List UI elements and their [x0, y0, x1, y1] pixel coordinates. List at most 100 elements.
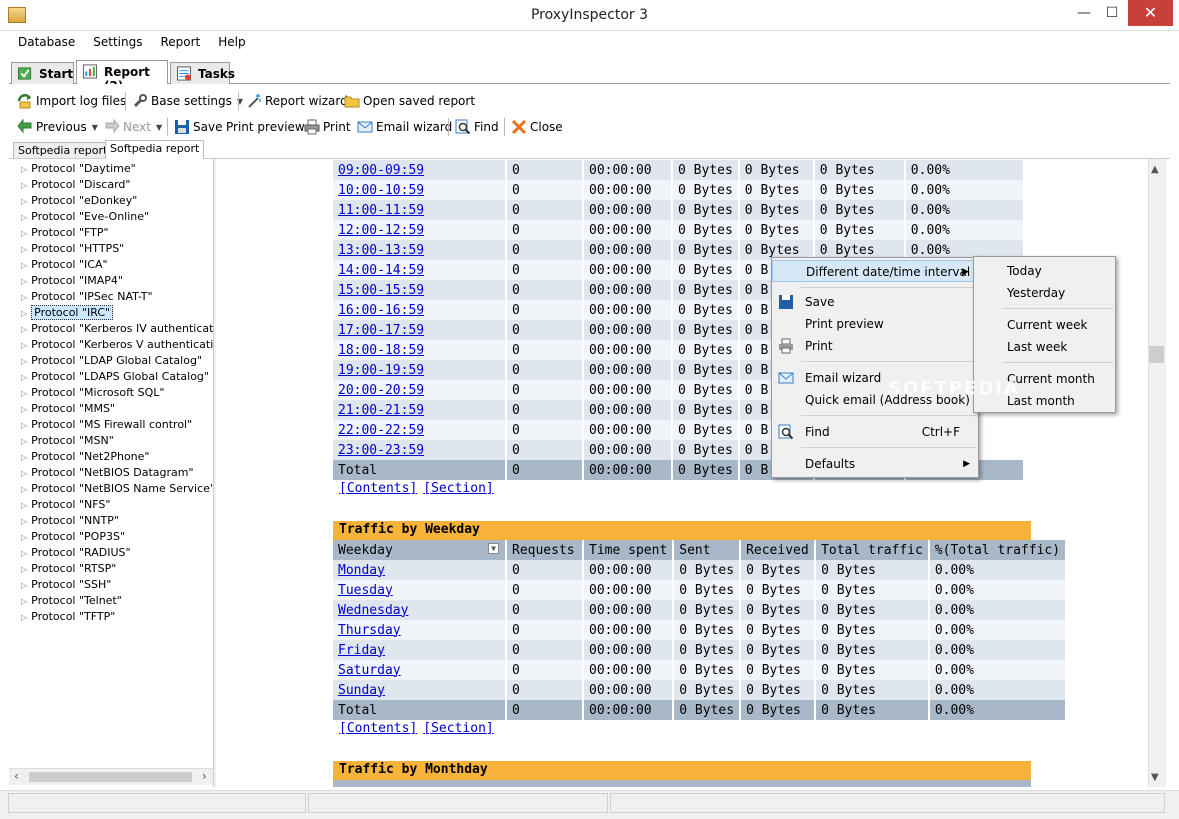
- row-link[interactable]: Monday: [333, 560, 505, 580]
- expand-arrow-icon[interactable]: ▷: [21, 613, 27, 622]
- section-link[interactable]: [Section]: [423, 481, 493, 496]
- row-link[interactable]: Wednesday: [333, 600, 505, 620]
- row-link[interactable]: 19:00-19:59: [333, 360, 505, 380]
- column-header[interactable]: Requests: [507, 540, 582, 560]
- tree-item[interactable]: ▷ Protocol "Microsoft SQL": [21, 385, 164, 401]
- tree-item[interactable]: ▷ Protocol "Kerberos IV authentication": [21, 321, 214, 337]
- report-wizard-button[interactable]: Report wizard: [246, 91, 348, 111]
- expand-arrow-icon[interactable]: ▷: [21, 581, 27, 590]
- tree-item[interactable]: ▷ Protocol "NetBIOS Datagram": [21, 465, 194, 481]
- chevron-down-icon[interactable]: ▼: [92, 123, 98, 132]
- expand-arrow-icon[interactable]: ▷: [21, 453, 27, 462]
- column-header[interactable]: Time spent: [584, 540, 673, 560]
- tree-item[interactable]: ▷ Protocol "FTP": [21, 225, 109, 241]
- tree-item[interactable]: ▷ Protocol "NNTP": [21, 513, 119, 529]
- row-link[interactable]: 14:00-14:59: [333, 260, 505, 280]
- row-link[interactable]: 22:00-22:59: [333, 420, 505, 440]
- column-header[interactable]: Weekday ▼: [333, 540, 505, 560]
- expand-arrow-icon[interactable]: ▷: [21, 389, 27, 398]
- tab-report[interactable]: Report (2): [76, 60, 168, 93]
- menu-find[interactable]: Find Ctrl+F: [772, 421, 978, 443]
- expand-arrow-icon[interactable]: ▷: [21, 325, 27, 334]
- expand-arrow-icon[interactable]: ▷: [21, 341, 27, 350]
- expand-arrow-icon[interactable]: ▷: [21, 549, 27, 558]
- tree-item[interactable]: ▷ Protocol "LDAPS Global Catalog": [21, 369, 209, 385]
- column-header[interactable]: Total traffic: [816, 540, 928, 560]
- maximize-button[interactable]: ☐: [1098, 0, 1126, 26]
- submenu-yesterday[interactable]: Yesterday: [974, 282, 1115, 304]
- scroll-up-icon[interactable]: ▲: [1151, 164, 1159, 175]
- expand-arrow-icon[interactable]: ▷: [21, 357, 27, 366]
- tree-item[interactable]: ▷ Protocol "IRC": [21, 305, 114, 321]
- row-link[interactable]: Saturday: [333, 660, 505, 680]
- row-link[interactable]: Tuesday: [333, 580, 505, 600]
- row-link[interactable]: Friday: [333, 640, 505, 660]
- expand-arrow-icon[interactable]: ▷: [21, 437, 27, 446]
- expand-arrow-icon[interactable]: ▷: [21, 293, 27, 302]
- tree-item[interactable]: ▷ Protocol "RADIUS": [21, 545, 131, 561]
- base-settings-button[interactable]: Base settings ▼: [132, 91, 243, 111]
- submenu-current-week[interactable]: Current week: [974, 314, 1115, 336]
- expand-arrow-icon[interactable]: ▷: [21, 197, 27, 206]
- row-link[interactable]: 09:00-09:59: [333, 160, 505, 180]
- import-log-files-button[interactable]: Import log files: [17, 91, 126, 111]
- tree-item[interactable]: ▷ Protocol "RTSP": [21, 561, 116, 577]
- expand-arrow-icon[interactable]: ▷: [21, 485, 27, 494]
- sort-dropdown-icon[interactable]: ▼: [488, 543, 499, 554]
- tab-start[interactable]: Start: [11, 62, 74, 84]
- row-link[interactable]: Sunday: [333, 680, 505, 700]
- close-report-button[interactable]: Close: [511, 117, 563, 137]
- row-link[interactable]: 11:00-11:59: [333, 200, 505, 220]
- row-link[interactable]: 17:00-17:59: [333, 320, 505, 340]
- section-link[interactable]: [Section]: [423, 721, 493, 736]
- find-button[interactable]: Find: [455, 117, 499, 137]
- expand-arrow-icon[interactable]: ▷: [21, 181, 27, 190]
- expand-arrow-icon[interactable]: ▷: [21, 261, 27, 270]
- print-preview-button[interactable]: Print preview: [226, 117, 305, 137]
- expand-arrow-icon[interactable]: ▷: [21, 245, 27, 254]
- tree-item[interactable]: ▷ Protocol "IMAP4": [21, 273, 123, 289]
- close-window-button[interactable]: ✕: [1128, 0, 1173, 26]
- row-link[interactable]: 21:00-21:59: [333, 400, 505, 420]
- next-button[interactable]: Next ▼: [104, 117, 162, 137]
- tree-item[interactable]: ▷ Protocol "LDAP Global Catalog": [21, 353, 202, 369]
- expand-arrow-icon[interactable]: ▷: [21, 277, 27, 286]
- column-header[interactable]: Received: [741, 540, 815, 560]
- tree-item[interactable]: ▷ Protocol "Net2Phone": [21, 449, 149, 465]
- tree-item[interactable]: ▷ Protocol "eDonkey": [21, 193, 137, 209]
- menu-save[interactable]: Save: [772, 291, 978, 313]
- email-wizard-button[interactable]: Email wizard: [357, 117, 452, 137]
- tab-tasks[interactable]: Tasks: [170, 62, 235, 84]
- expand-arrow-icon[interactable]: ▷: [21, 517, 27, 526]
- expand-arrow-icon[interactable]: ▷: [21, 229, 27, 238]
- tree-item[interactable]: ▷ Protocol "IPSec NAT-T": [21, 289, 153, 305]
- expand-arrow-icon[interactable]: ▷: [21, 533, 27, 542]
- print-button[interactable]: Print: [304, 117, 351, 137]
- row-link[interactable]: 20:00-20:59: [333, 380, 505, 400]
- scroll-right-icon[interactable]: ›: [202, 769, 207, 783]
- previous-button[interactable]: Previous ▼: [17, 117, 98, 137]
- minimize-button[interactable]: —: [1070, 0, 1098, 26]
- tree-item[interactable]: ▷ Protocol "ICA": [21, 257, 108, 273]
- vertical-scrollbar[interactable]: [1148, 159, 1166, 787]
- column-header[interactable]: %(Total traffic): [929, 540, 1066, 560]
- tree-item[interactable]: ▷ Protocol "MSN": [21, 433, 114, 449]
- tree-item[interactable]: ▷ Protocol "Eve-Online": [21, 209, 149, 225]
- tree-item[interactable]: ▷ Protocol "Telnet": [21, 593, 122, 609]
- tree-item[interactable]: ▷ Protocol "MS Firewall control": [21, 417, 192, 433]
- expand-arrow-icon[interactable]: ▷: [21, 213, 27, 222]
- row-link[interactable]: 23:00-23:59: [333, 440, 505, 460]
- contents-link[interactable]: [Contents]: [339, 481, 417, 496]
- submenu-today[interactable]: Today: [974, 260, 1115, 282]
- row-link[interactable]: Thursday: [333, 620, 505, 640]
- menu-print[interactable]: Print: [772, 335, 978, 357]
- expand-arrow-icon[interactable]: ▷: [21, 501, 27, 510]
- tree-item[interactable]: ▷ Protocol "HTTPS": [21, 241, 124, 257]
- row-link[interactable]: 12:00-12:59: [333, 220, 505, 240]
- contents-link[interactable]: [Contents]: [339, 721, 417, 736]
- row-link[interactable]: 10:00-10:59: [333, 180, 505, 200]
- tree-item[interactable]: ▷ Protocol "NFS": [21, 497, 110, 513]
- row-link[interactable]: 15:00-15:59: [333, 280, 505, 300]
- tree-item[interactable]: ▷ Protocol "Kerberos V authentication": [21, 337, 214, 353]
- tree-item[interactable]: ▷ Protocol "SSH": [21, 577, 111, 593]
